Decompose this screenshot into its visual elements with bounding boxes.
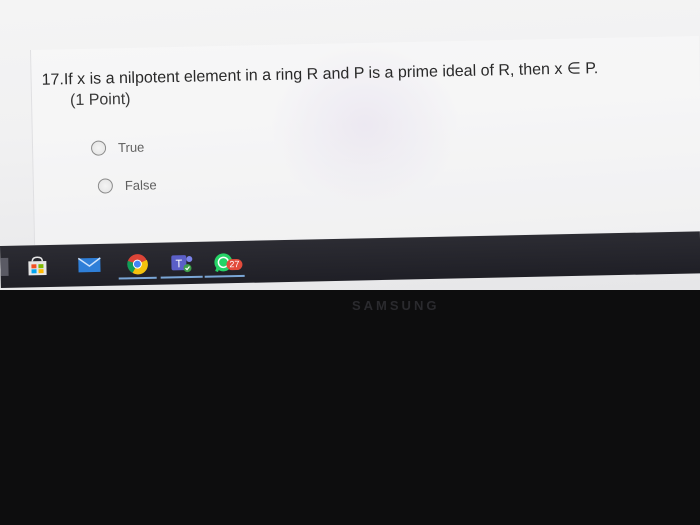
whatsapp-unread-badge: 27 <box>226 258 243 271</box>
chrome-active-indicator <box>118 276 157 280</box>
taskbar-edge <box>0 257 9 276</box>
option-true[interactable]: True <box>90 139 145 156</box>
whatsapp-icon[interactable]: 27 <box>210 251 243 274</box>
teams-active-indicator <box>160 275 203 279</box>
option-false[interactable]: False <box>97 177 157 194</box>
whatsapp-active-indicator <box>204 274 245 278</box>
question-number: 17. <box>41 71 65 89</box>
monitor-brand-logo: SAMSUNG <box>352 298 440 313</box>
radio-button-true[interactable] <box>90 140 107 156</box>
svg-text:T: T <box>175 258 182 270</box>
option-false-label: False <box>124 177 157 194</box>
monitor-screen: 17.If x is a nilpotent element in a ring… <box>0 0 700 290</box>
option-true-label: True <box>117 139 145 156</box>
question-block: 17.If x is a nilpotent element in a ring… <box>41 56 692 112</box>
mail-icon[interactable] <box>76 254 102 277</box>
store-icon[interactable] <box>24 255 50 278</box>
quiz-question-card: 17.If x is a nilpotent element in a ring… <box>30 35 700 245</box>
radio-button-false[interactable] <box>97 178 114 194</box>
teams-icon[interactable]: T <box>168 252 194 275</box>
chrome-icon[interactable] <box>124 253 150 276</box>
